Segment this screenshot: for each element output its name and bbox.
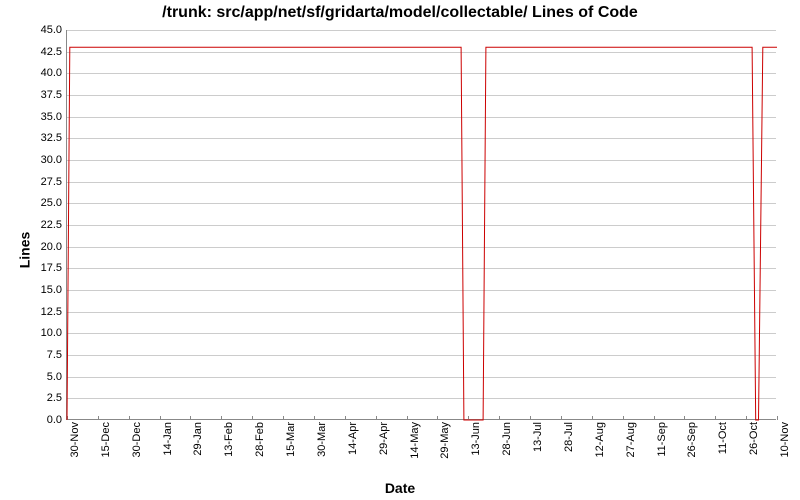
y-tick-label: 32.5 [41, 132, 62, 144]
x-tick-label: 29-May [439, 422, 451, 459]
x-tick-label: 27-Aug [625, 422, 637, 457]
x-tick-label: 28-Feb [254, 422, 266, 457]
x-tick-label: 28-Jun [501, 422, 513, 456]
y-tick-label: 12.5 [41, 306, 62, 318]
y-tick-label: 20.0 [41, 241, 62, 253]
x-tick-label: 15-Mar [285, 422, 297, 457]
series-path [67, 47, 777, 420]
x-tick-label: 26-Sep [686, 422, 698, 457]
x-tick-label: 10-Nov [779, 422, 791, 457]
x-tick-label: 30-Dec [131, 422, 143, 457]
x-tick-label: 15-Dec [100, 422, 112, 457]
y-tick-label: 40.0 [41, 67, 62, 79]
y-tick-label: 5.0 [47, 371, 62, 383]
x-tick-label: 11-Oct [717, 422, 729, 454]
y-tick-label: 30.0 [41, 154, 62, 166]
y-tick-label: 42.5 [41, 46, 62, 58]
x-tick-label: 28-Jul [563, 422, 575, 452]
x-tick-mark [777, 416, 778, 420]
x-axis-label: Date [0, 480, 800, 496]
x-tick-label: 30-Mar [316, 422, 328, 457]
x-tick-label: 12-Aug [594, 422, 606, 457]
x-tick-label: 30-Nov [69, 422, 81, 457]
y-tick-label: 0.0 [47, 414, 62, 426]
x-tick-container: 30-Nov 15-Dec 30-Dec 14-Jan 29-Jan 13-Feb 28-F… [66, 420, 776, 480]
y-tick-label: 35.0 [41, 111, 62, 123]
x-tick-label: 29-Jan [192, 422, 204, 456]
y-tick-label: 27.5 [41, 176, 62, 188]
y-tick-label: 25.0 [41, 197, 62, 209]
y-tick-label: 7.5 [47, 349, 62, 361]
x-tick-label: 14-Apr [347, 422, 359, 455]
series-line [67, 30, 777, 420]
y-tick-label: 15.0 [41, 284, 62, 296]
x-tick-label: 14-May [409, 422, 421, 459]
x-tick-label: 13-Feb [223, 422, 235, 457]
x-tick-label: 26-Oct [748, 422, 760, 455]
x-tick-label: 13-Jun [470, 422, 482, 456]
chart-title: /trunk: src/app/net/sf/gridarta/model/co… [0, 4, 800, 22]
y-tick-label: 2.5 [47, 392, 62, 404]
y-tick-label: 10.0 [41, 327, 62, 339]
y-tick-label: 45.0 [41, 24, 62, 36]
plot-area [66, 30, 776, 420]
plot-inner [67, 30, 776, 419]
x-tick-label: 13-Jul [532, 422, 544, 452]
x-tick-label: 11-Sep [656, 422, 668, 457]
chart-container: /trunk: src/app/net/sf/gridarta/model/co… [0, 0, 800, 500]
y-tick-label: 17.5 [41, 262, 62, 274]
y-tick-label: 22.5 [41, 219, 62, 231]
y-tick-container: 0.02.55.07.510.012.515.017.520.022.525.0… [0, 30, 64, 420]
y-tick-label: 37.5 [41, 89, 62, 101]
x-tick-label: 14-Jan [162, 422, 174, 456]
x-tick-label: 29-Apr [378, 422, 390, 455]
